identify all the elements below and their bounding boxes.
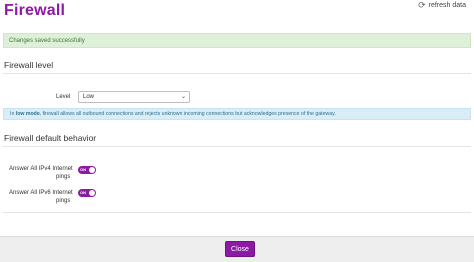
toggle-knob — [89, 190, 95, 196]
ipv4-pings-label: Answer All IPv4 Internet pings — [9, 165, 73, 181]
refresh-icon: ⟳ — [418, 0, 426, 10]
ipv6-label-line2: pings — [56, 198, 71, 204]
divider — [3, 73, 471, 74]
divider — [3, 212, 471, 213]
success-message: Changes saved successfully — [9, 38, 85, 44]
ipv4-label-line1: Answer All IPv4 Internet — [9, 166, 73, 172]
default-behavior-heading: Firewall default behavior — [4, 133, 97, 143]
divider — [3, 146, 471, 147]
chevron-down-icon: ⌄ — [180, 94, 186, 100]
toggle-on-label: ON — [80, 167, 86, 172]
info-alert: In low mode, firewall allows all outboun… — [3, 108, 471, 120]
level-select-value: Low — [83, 94, 95, 100]
refresh-label: refresh data — [428, 2, 466, 9]
ipv6-pings-toggle[interactable]: ON — [78, 189, 96, 197]
ipv4-pings-toggle[interactable]: ON — [78, 166, 96, 174]
ipv6-pings-label: Answer All IPv6 Internet pings — [9, 189, 73, 205]
refresh-data-link[interactable]: ⟳ refresh data — [418, 1, 466, 10]
close-button[interactable]: Close — [225, 241, 255, 257]
ipv4-label-line2: pings — [56, 174, 71, 180]
page-title: Firewall — [4, 2, 66, 19]
toggle-on-label: ON — [80, 190, 86, 195]
info-text: , firewall allows all outbound connectio… — [39, 111, 336, 117]
success-alert: Changes saved successfully — [3, 33, 471, 48]
firewall-level-heading: Firewall level — [4, 60, 54, 70]
info-mode: low mode — [15, 111, 40, 117]
toggle-knob — [89, 167, 95, 173]
level-label: Level — [56, 94, 71, 100]
ipv6-label-line1: Answer All IPv6 Internet — [9, 190, 73, 196]
level-select[interactable]: Low ⌄ — [78, 91, 190, 103]
